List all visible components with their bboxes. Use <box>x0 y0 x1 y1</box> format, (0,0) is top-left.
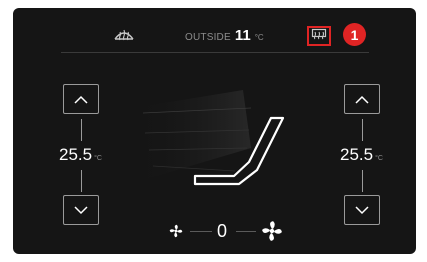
climate-control-screen: OUTSIDE 11 °C 1 25.5 °C 25.5 °C 0 <box>13 8 416 254</box>
climate-top-bar: OUTSIDE 11 °C 1 <box>13 8 416 52</box>
fan-low-icon[interactable] <box>168 223 184 239</box>
left-temp-up-button[interactable] <box>63 84 99 114</box>
callout-badge: 1 <box>343 23 366 46</box>
rear-defrost-icon <box>311 27 327 45</box>
fan-high-icon[interactable] <box>260 219 284 243</box>
chevron-up-icon <box>355 95 369 104</box>
right-temp-unit: °C <box>375 155 383 162</box>
outside-temp-value: 11 <box>234 27 251 44</box>
left-temp-line-bottom <box>81 170 82 192</box>
left-temp-line-top <box>81 119 82 141</box>
fan-speed-control: 0 <box>168 218 282 244</box>
left-temp-down-button[interactable] <box>63 195 99 225</box>
right-temp-down-button[interactable] <box>344 195 380 225</box>
chevron-up-icon <box>74 95 88 104</box>
seat-airflow-icon <box>133 90 285 186</box>
chevron-down-icon <box>355 205 369 214</box>
fan-line-left <box>190 231 212 232</box>
top-divider <box>61 52 369 53</box>
rear-defrost-button[interactable] <box>307 26 331 46</box>
chevron-down-icon <box>74 205 88 214</box>
front-defrost-icon[interactable] <box>113 26 135 42</box>
right-temp-line-top <box>362 119 363 141</box>
fan-line-right <box>236 231 256 232</box>
outside-label: OUTSIDE <box>185 32 231 43</box>
left-temp-value: 25.5 <box>59 145 93 164</box>
left-temp-unit: °C <box>94 155 102 162</box>
right-temp-display: 25.5 °C <box>340 145 383 165</box>
left-temp-display: 25.5 °C <box>59 145 102 165</box>
right-temp-line-bottom <box>362 170 363 192</box>
outside-temp-unit: °C <box>254 33 264 42</box>
right-temp-value: 25.5 <box>340 145 374 164</box>
outside-temperature: OUTSIDE 11 °C <box>185 27 264 44</box>
fan-speed-value: 0 <box>217 221 228 241</box>
right-temp-up-button[interactable] <box>344 84 380 114</box>
seat-airflow-selector[interactable] <box>123 88 303 208</box>
